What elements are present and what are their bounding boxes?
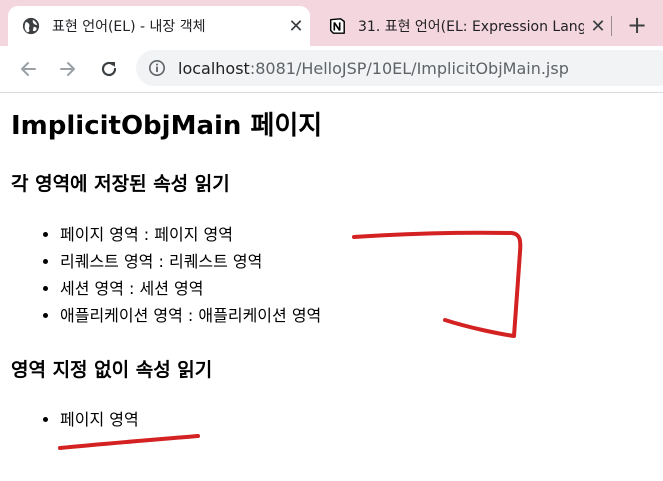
url-text[interactable]: localhost:8081/HelloJSP/10EL/ImplicitObj… <box>178 59 569 78</box>
reload-button[interactable] <box>96 56 122 82</box>
annotation-underline <box>58 434 200 450</box>
list-item: 세션 영역 : 세션 영역 <box>60 275 321 302</box>
close-icon[interactable]: ✕ <box>584 16 612 37</box>
list-item: 페이지 영역 <box>60 406 139 433</box>
page-title: ImplicitObjMain 페이지 <box>11 111 323 141</box>
list-item: 애플리케이션 영역 : 애플리케이션 영역 <box>60 302 321 329</box>
forward-button[interactable] <box>55 56 81 82</box>
tab-inactive[interactable]: 31. 표현 언어(EL: Expression Language) ✕ <box>318 6 612 46</box>
info-icon[interactable] <box>148 59 166 77</box>
reload-icon <box>101 61 117 77</box>
address-bar[interactable]: localhost:8081/HelloJSP/10EL/ImplicitObj… <box>136 50 663 86</box>
annotation-bracket <box>352 230 523 338</box>
back-button[interactable] <box>15 56 41 82</box>
section-heading-scoped: 각 영역에 저장된 속성 읽기 <box>11 173 230 195</box>
arrow-right-icon <box>60 62 75 76</box>
tab-separator <box>611 16 612 36</box>
browser-toolbar: localhost:8081/HelloJSP/10EL/ImplicitObj… <box>0 46 663 93</box>
arrow-left-icon <box>21 62 36 76</box>
section-heading-unscoped: 영역 지정 없이 속성 읽기 <box>11 359 213 381</box>
globe-icon <box>22 17 40 35</box>
scoped-attribute-list: 페이지 영역 : 페이지 영역 리퀘스트 영역 : 리퀘스트 영역 세션 영역 … <box>0 221 321 329</box>
list-item: 리퀘스트 영역 : 리퀘스트 영역 <box>60 248 321 275</box>
tab-title: 표현 언어(EL) - 내장 객체 <box>52 19 206 35</box>
new-tab-button[interactable]: + <box>620 8 654 42</box>
unscoped-attribute-list: 페이지 영역 <box>0 406 139 433</box>
url-host: localhost <box>178 58 250 78</box>
list-item: 페이지 영역 : 페이지 영역 <box>60 221 321 248</box>
tab-active[interactable]: 표현 언어(EL) - 내장 객체 ✕ <box>8 6 310 46</box>
url-path: :8081/HelloJSP/10EL/ImplicitObjMain.jsp <box>249 58 569 78</box>
tab-strip: 표현 언어(EL) - 내장 객체 ✕ 31. 표현 언어(EL: Expres… <box>0 0 663 46</box>
tab-title: 31. 표현 언어(EL: Expression Language) <box>358 19 584 35</box>
notion-icon <box>329 18 345 34</box>
close-icon[interactable]: ✕ <box>282 16 310 37</box>
